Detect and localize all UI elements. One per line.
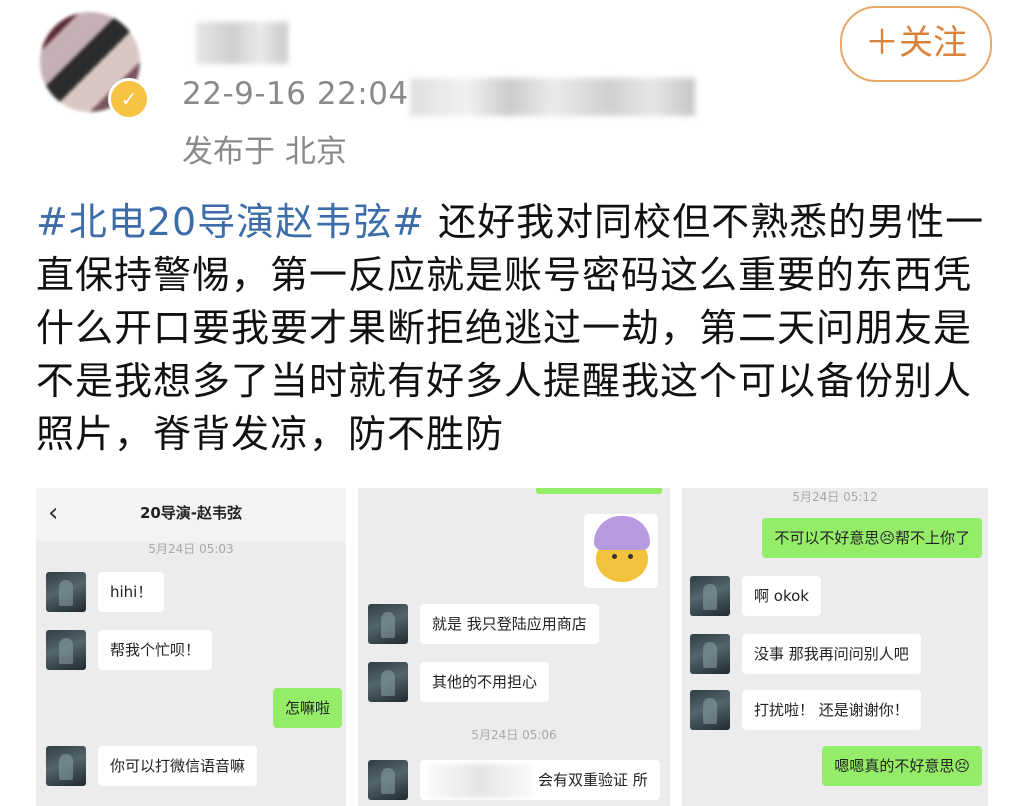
chat-avatar bbox=[368, 760, 408, 800]
chat-avatar bbox=[368, 604, 408, 644]
chat-bubble-received: 没事 那我再问问别人吧 bbox=[742, 634, 921, 674]
chat-timestamp: 5月24日 05:06 bbox=[471, 728, 557, 742]
verified-badge-icon: ✓ bbox=[108, 78, 150, 120]
chat-avatar bbox=[46, 746, 86, 786]
chat-timestamp: 5月24日 05:12 bbox=[792, 490, 878, 504]
username-redacted[interactable] bbox=[196, 22, 288, 64]
chat-avatar bbox=[46, 630, 86, 670]
chat-avatar bbox=[690, 576, 730, 616]
chat-bubble-received: 就是 我只登陆应用商店 bbox=[420, 604, 599, 644]
post-source-redacted bbox=[410, 78, 695, 116]
redacted-text-block bbox=[428, 764, 532, 798]
chat-title-bar: ‹ 20导演-赵韦弦 bbox=[36, 488, 346, 542]
chat-bubble-sent: 不可以不好意思😣帮不上你了 bbox=[762, 518, 982, 558]
chat-bubble-received: 你可以打微信语音嘛 bbox=[98, 746, 258, 786]
chat-avatar bbox=[690, 690, 730, 730]
chat-avatar bbox=[368, 662, 408, 702]
post-location: 发布于 北京 bbox=[182, 134, 347, 170]
bear-sticker-icon bbox=[584, 514, 658, 588]
chat-bubble-sent: 嗯嗯真的不好意思😣 bbox=[822, 746, 982, 786]
chat-title: 20导演-赵韦弦 bbox=[139, 504, 243, 522]
chat-bubble-received: 帮我个忙呗！ bbox=[98, 630, 213, 670]
post-image-2[interactable]: 就是 我只登陆应用商店 其他的不用担心 5月24日 05:06 会有双重验证 所 bbox=[358, 488, 670, 806]
chat-bubble-received: 打扰啦！ 还是谢谢你！ bbox=[742, 690, 921, 730]
chat-bubble-received: 其他的不用担心 bbox=[420, 662, 550, 702]
chat-timestamp: 5月24日 05:03 bbox=[148, 542, 234, 556]
post-hashtag-link[interactable]: #北电20导演赵韦弦# bbox=[36, 200, 425, 244]
chat-bubble-sent-partial bbox=[536, 488, 662, 494]
chat-bubble-received: 啊 okok bbox=[742, 576, 821, 616]
post-body: #北电20导演赵韦弦# 还好我对同校但不熟悉的男性一直保持警惕，第一反应就是账号… bbox=[36, 196, 986, 461]
chat-bubble-sent: 怎嘛啦 bbox=[272, 688, 342, 728]
post-time: 22-9-16 22:04 bbox=[182, 76, 409, 112]
chat-bubble-received: hihi！ bbox=[98, 572, 165, 612]
chat-bubble-text: 会有双重验证 所 bbox=[538, 771, 648, 789]
chat-avatar bbox=[46, 572, 86, 612]
post-image-3[interactable]: 5月24日 05:12 不可以不好意思😣帮不上你了 啊 okok 没事 那我再问… bbox=[682, 488, 988, 806]
chat-avatar bbox=[690, 634, 730, 674]
follow-button[interactable]: ＋关注 bbox=[840, 6, 992, 82]
post-image-1[interactable]: ‹ 20导演-赵韦弦 5月24日 05:03 hihi！ 帮我个忙呗！ 怎嘛啦 … bbox=[36, 488, 346, 806]
